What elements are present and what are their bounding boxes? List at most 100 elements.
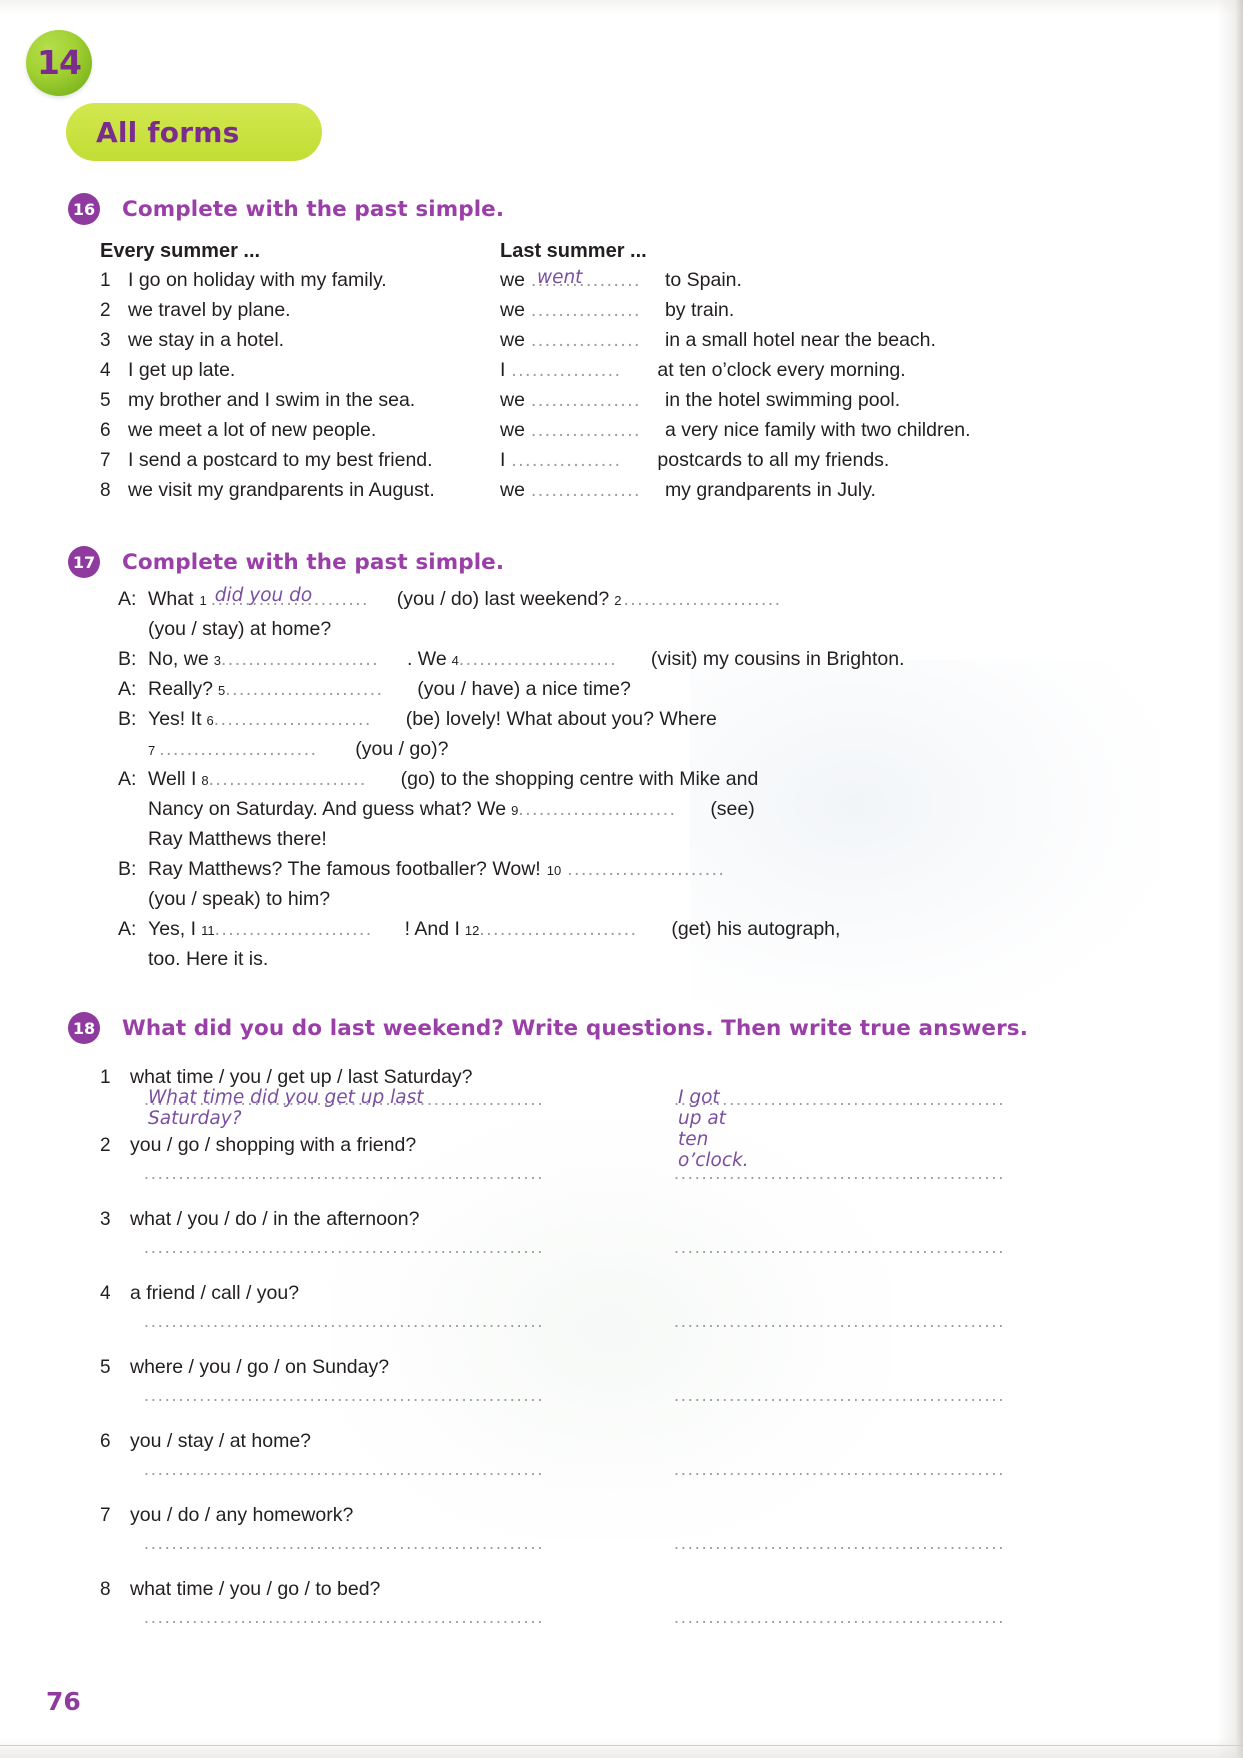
gap-number: 12 [464,923,480,938]
page-number: 76 [46,1687,81,1716]
answer-blank[interactable]: ....................... [221,649,407,671]
question-blank[interactable]: ........................................… [144,1459,544,1480]
answer-blank[interactable]: ....................... [225,679,411,701]
scan-edge-right [1217,0,1243,1758]
answer-blank[interactable]: ....................... [623,589,803,611]
answer-blank[interactable]: ................ [531,300,659,322]
dialogue-line: B: No, we 3 ....................... . We… [118,648,904,678]
dotted-line: ....................... [208,769,367,790]
exercise-18-item: 3 what / you / do / in the afternoon? [100,1208,473,1231]
exercise-18-answer-row: ........................................… [144,1087,1004,1171]
item-number: 2 [100,1135,111,1156]
exercise-18-item: 2 you / go / shopping with a friend? [100,1134,473,1157]
item-prompt: we stay in a hotel. [128,329,285,351]
line-text: Really? [148,678,214,700]
answer-blank[interactable]: ....................... [209,769,395,791]
answer-blank[interactable]: ....................... did you do [211,585,393,611]
line-text: Yes, I [148,918,197,940]
speaker-label: B: [118,708,137,730]
answer-blank[interactable]: ........................................… [674,1237,1004,1258]
answer-blank[interactable]: ................ [531,480,659,502]
answer-blank[interactable]: ........................................… [674,1385,1004,1406]
section-title-label: All forms [96,115,240,149]
exercise-16-prompt-row: 8 we visit my grandparents in August. [100,479,435,509]
item-prompt: you / do / any homework? [130,1504,354,1526]
item-prompt: I go on holiday with my family. [128,269,387,291]
exercise-16-prompt-row: 7 I send a postcard to my best friend. [100,449,435,479]
dotted-line: ....................... [214,919,373,940]
question-blank[interactable]: ........................................… [144,1533,544,1554]
item-number: 6 [100,420,111,441]
answer-blank[interactable]: ................ [531,330,659,352]
answer-blank[interactable]: ....................... [479,919,665,941]
answer-subject: we [500,389,525,411]
exercise-16-answer-row: I ................ at ten o’clock every … [500,359,971,389]
answer-blank[interactable]: ....................... [215,919,401,941]
line-text: Well I [148,768,197,790]
line-text: Yes! It [148,708,202,730]
exercise-17-number: 17 [68,546,100,578]
exercise-16-prompt-row: 4 I get up late. [100,359,435,389]
handwritten-answer: went [536,267,583,288]
exercise-16-number: 16 [68,193,100,225]
dialogue-line: B: Ray Matthews? The famous footballer? … [118,858,904,888]
item-prompt: what time / you / get up / last Saturday… [130,1066,473,1088]
answer-blank[interactable]: ........................................… [674,1459,1004,1480]
speaker-label: A: [118,768,137,790]
answer-subject: we [500,269,525,291]
exercise-16-answer-row: we ................ went to Spain. [500,267,971,299]
question-blank[interactable]: ........................................… [144,1385,544,1406]
item-number: 6 [100,1431,111,1452]
exercise-18-item: 5 where / you / go / on Sunday? [100,1356,473,1379]
item-number: 7 [100,1505,111,1526]
line-text: (you / stay) at home? [148,618,332,640]
answer-blank[interactable]: ....................... [214,709,400,731]
question-blank[interactable]: ........................................… [144,1607,544,1628]
unit-number-badge: 14 [26,30,92,96]
unit-number-label: 14 [37,42,82,82]
answer-blank[interactable]: ........................................… [674,1311,1004,1332]
question-blank[interactable]: ........................................… [144,1311,544,1332]
dotted-line: ....................... [225,679,384,700]
question-blank[interactable]: ........................................… [144,1237,544,1258]
gap-number: 2 [614,593,622,608]
answer-blank[interactable]: ........................................… [674,1163,1004,1184]
answer-blank[interactable]: ....................... [159,739,349,761]
answer-blank[interactable]: ....................... [567,859,753,881]
exercise-18-answer-row: ........................................… [144,1533,1004,1562]
exercise-18-item: 8 what time / you / go / to bed? [100,1578,473,1601]
answer-blank[interactable]: ................ [511,360,651,382]
exercise-18-item: 7 you / do / any homework? [100,1504,473,1527]
answer-blank[interactable]: ................ [511,450,651,472]
line-text: (you / go)? [355,738,449,760]
answer-blank[interactable]: ................ [531,390,659,412]
dialogue-line: B: Yes! It 6 ....................... (be… [118,708,904,738]
answer-blank[interactable]: ....................... [518,799,704,821]
answer-blank[interactable]: ................ went [531,267,659,292]
dotted-line: ....................... [458,649,618,670]
exercise-16-header: 16 Complete with the past simple. [68,193,504,225]
answer-blank[interactable]: ........................................… [674,1533,1004,1554]
scan-edge-top [0,0,1243,14]
answer-blank[interactable]: ................ [531,420,659,442]
dotted-line: ....................... [213,709,372,730]
dotted-line: ....................... [518,799,677,820]
item-number: 8 [100,1579,111,1600]
question-blank[interactable]: ........................................… [144,1163,544,1184]
answer-blank[interactable]: ........................................… [674,1607,1004,1628]
answer-blank[interactable]: ....................... [459,649,645,671]
item-number: 4 [100,360,111,381]
dotted-line: ....................... [623,589,782,610]
exercise-18-answer-row: ........................................… [144,1459,1004,1488]
dialogue-line: (you / speak) to him? [118,888,904,918]
handwritten-question: What time did you get up last Saturday? [148,1087,424,1129]
dotted-line: ................ [530,390,641,411]
item-number: 3 [100,1209,111,1230]
exercise-16-answer-row: we ................ by train. [500,299,971,329]
answer-tail: in a small hotel near the beach. [664,329,936,351]
exercise-16-answer-row: I ................ postcards to all my f… [500,449,971,479]
answer-subject: we [500,479,525,501]
exercise-17-dialogue: A: What 1 ....................... did yo… [118,585,904,978]
item-number: 5 [100,390,111,411]
item-prompt: we travel by plane. [128,299,291,321]
